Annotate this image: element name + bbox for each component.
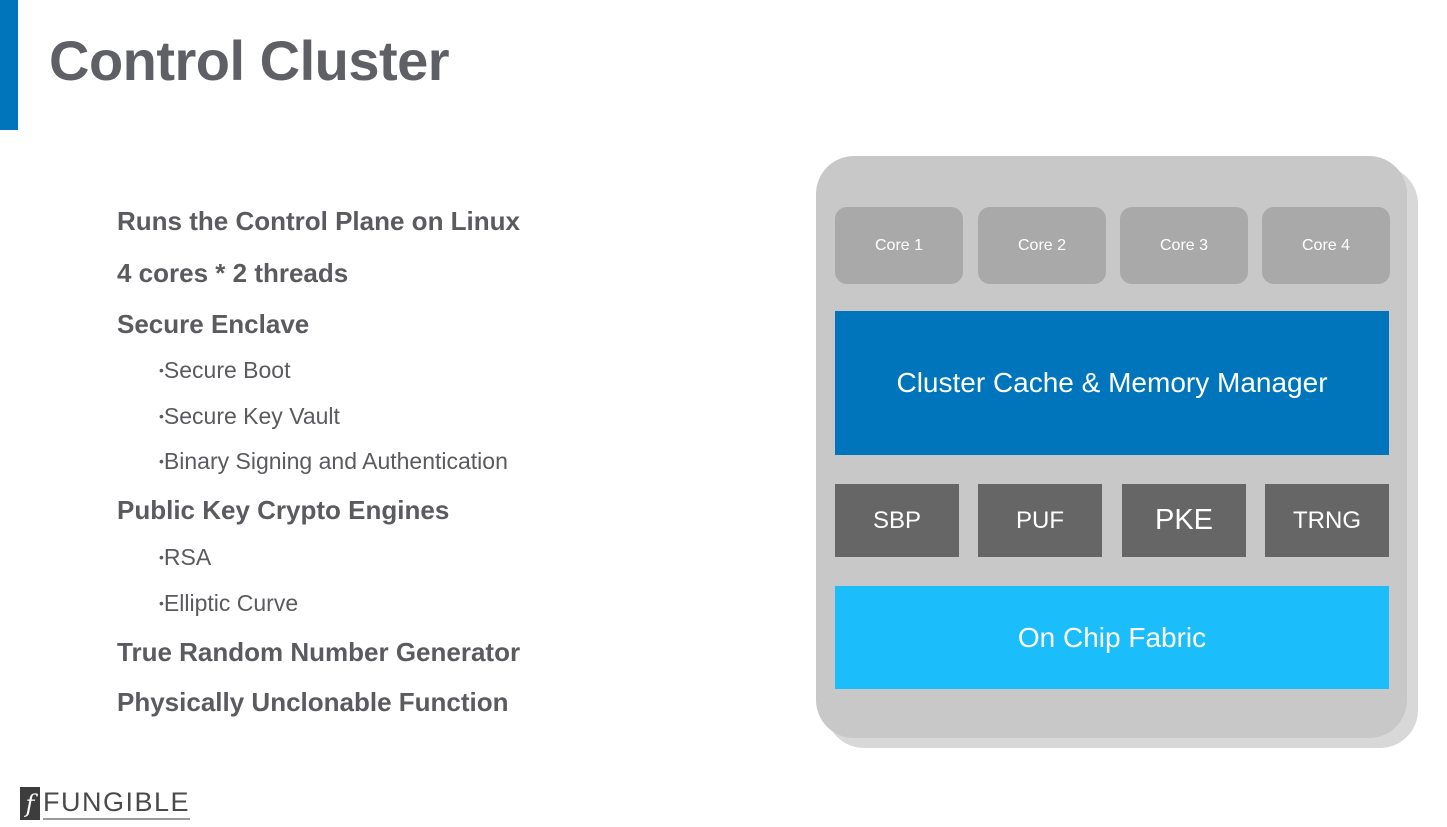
core-block: Core 2	[978, 207, 1106, 284]
sub-bullet-item: •Secure Boot	[159, 357, 291, 384]
bullet-item: Public Key Crypto Engines	[117, 495, 450, 525]
engine-block-pke: PKE	[1122, 484, 1246, 557]
sub-bullet-item: •RSA	[159, 544, 211, 571]
sub-bullet-item: •Elliptic Curve	[159, 590, 298, 617]
engine-block-puf: PUF	[978, 484, 1102, 557]
logo-wordmark: FUNGIBLE	[43, 787, 191, 820]
title-accent-bar	[0, 0, 18, 130]
sub-bullet-text: Binary Signing and Authentication	[163, 448, 508, 474]
cluster-cache-block: Cluster Cache & Memory Manager	[835, 311, 1389, 455]
fungible-logo: f FUNGIBLE	[20, 785, 191, 820]
sub-bullet-text: Elliptic Curve	[163, 590, 299, 616]
bullet-item: True Random Number Generator	[117, 637, 521, 667]
sub-bullet-text: RSA	[163, 544, 212, 570]
core-block: Core 1	[835, 207, 963, 284]
on-chip-fabric-block: On Chip Fabric	[835, 586, 1389, 689]
engine-block-trng: TRNG	[1265, 484, 1389, 557]
core-block: Core 4	[1262, 207, 1390, 284]
bullet-item: 4 cores * 2 threads	[117, 258, 349, 288]
bullet-item: Runs the Control Plane on Linux	[117, 206, 520, 236]
sub-bullet-text: Secure Key Vault	[163, 403, 340, 429]
core-block: Core 3	[1120, 207, 1248, 284]
sub-bullet-item: •Secure Key Vault	[159, 403, 340, 430]
sub-bullet-item: •Binary Signing and Authentication	[159, 448, 508, 475]
bullet-item: Secure Enclave	[117, 309, 310, 339]
slide-title: Control Cluster	[49, 29, 450, 92]
sub-bullet-text: Secure Boot	[163, 357, 291, 383]
engine-block-sbp: SBP	[835, 484, 959, 557]
control-cluster-diagram: Core 1 Core 2 Core 3 Core 4 Cluster Cach…	[816, 156, 1407, 738]
fungible-f-icon: f	[20, 787, 40, 820]
bullet-item: Physically Unclonable Function	[117, 687, 509, 717]
